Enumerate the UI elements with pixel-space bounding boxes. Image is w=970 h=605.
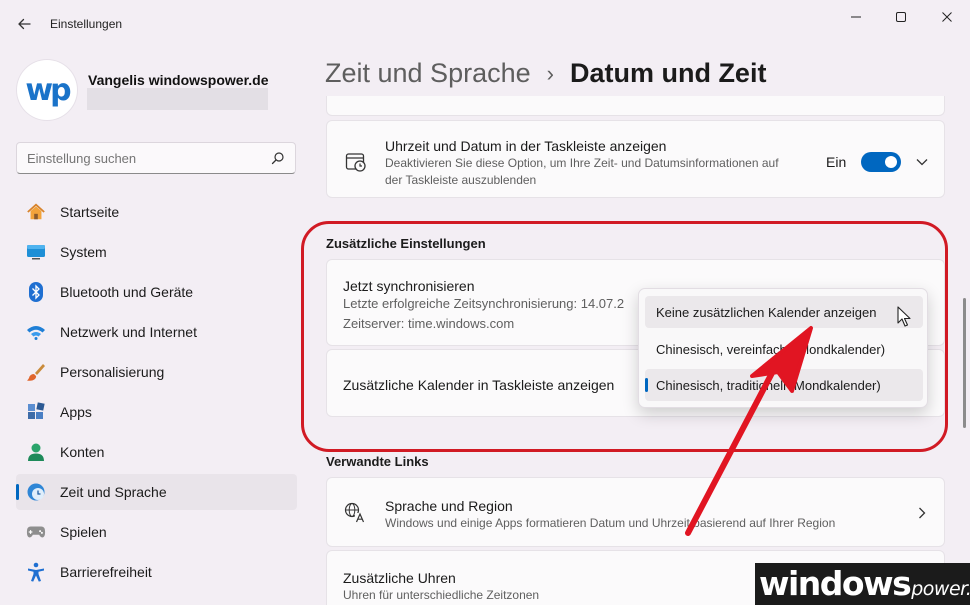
additional-clocks-desc: Uhren für unterschiedliche Zeitzonen xyxy=(343,588,540,602)
previous-setting-card xyxy=(326,96,945,116)
search-icon[interactable] xyxy=(271,151,285,165)
sidebar-item-konten[interactable]: Konten xyxy=(16,434,297,470)
taskbar-datetime-desc-1: Deaktivieren Sie diese Option, um Ihre Z… xyxy=(385,156,779,170)
back-arrow-icon[interactable] xyxy=(14,13,36,35)
sidebar-item-label: Apps xyxy=(60,404,92,420)
home-icon xyxy=(26,202,46,222)
taskbar-datetime-title: Uhrzeit und Datum in der Taskleiste anze… xyxy=(385,138,667,154)
sidebar-item-barrierefreiheit[interactable]: Barrierefreiheit xyxy=(16,554,297,590)
sidebar-item-personalisierung[interactable]: Personalisierung xyxy=(16,354,297,390)
minimize-icon xyxy=(851,16,861,18)
search-box[interactable] xyxy=(16,142,296,174)
sidebar-item-label: Barrierefreiheit xyxy=(60,564,152,580)
toggle-state-label: Ein xyxy=(826,154,847,170)
accessibility-icon xyxy=(26,562,46,582)
window-title: Einstellungen xyxy=(50,17,123,31)
sidebar-item-netzwerk[interactable]: Netzwerk und Internet xyxy=(16,314,297,350)
language-region-desc: Windows und einige Apps formatieren Datu… xyxy=(385,516,836,530)
maximize-button[interactable] xyxy=(881,6,921,28)
breadcrumb: Zeit und Sprache › Datum und Zeit xyxy=(325,58,766,89)
sidebar-item-spielen[interactable]: Spielen xyxy=(16,514,297,550)
section-title-related: Verwandte Links xyxy=(326,454,429,469)
account-icon xyxy=(26,442,46,462)
brush-icon xyxy=(26,362,46,382)
sidebar-item-label: Zeit und Sprache xyxy=(60,484,167,500)
sidebar-item-label: Startseite xyxy=(60,204,120,220)
chevron-right-icon xyxy=(919,507,926,519)
monitor-icon xyxy=(26,242,46,262)
language-icon xyxy=(344,502,365,523)
sidebar-item-startseite[interactable]: Startseite xyxy=(16,194,297,230)
language-region-title: Sprache und Region xyxy=(385,498,513,514)
scrollbar-thumb[interactable] xyxy=(963,298,966,428)
watermark-small: power. xyxy=(911,578,970,600)
clock-globe-icon xyxy=(26,482,46,502)
taskbar-datetime-toggle[interactable] xyxy=(861,152,901,172)
taskbar-datetime-card: Uhrzeit und Datum in der Taskleiste anze… xyxy=(326,120,945,198)
sidebar-item-label: Bluetooth und Geräte xyxy=(60,284,194,300)
wifi-icon xyxy=(26,322,46,342)
page-title: Datum und Zeit xyxy=(569,58,767,88)
gamepad-icon xyxy=(26,522,46,542)
sidebar-item-label: Spielen xyxy=(60,524,107,540)
additional-clocks-title: Zusätzliche Uhren xyxy=(343,570,456,586)
calendar-clock-icon xyxy=(345,153,366,172)
minimize-button[interactable] xyxy=(836,6,876,28)
sidebar-item-apps[interactable]: Apps xyxy=(16,394,297,430)
windowspower-watermark: windows power. xyxy=(755,563,970,605)
search-input[interactable] xyxy=(27,150,271,166)
profile-email-redacted xyxy=(87,88,268,110)
close-icon xyxy=(942,12,952,22)
sidebar-item-label: Personalisierung xyxy=(60,364,165,380)
watermark-main: windows xyxy=(759,564,912,603)
annotation-highlight-box xyxy=(301,221,948,452)
apps-icon xyxy=(26,402,46,422)
chevron-down-icon[interactable] xyxy=(915,155,929,169)
avatar-logo: wp xyxy=(25,72,71,108)
breadcrumb-separator: › xyxy=(546,60,554,86)
language-region-link[interactable]: Sprache und Region Windows und einige Ap… xyxy=(326,477,945,547)
maximize-icon xyxy=(896,12,906,22)
sidebar-item-label: System xyxy=(60,244,107,260)
taskbar-datetime-desc-2: der Taskleiste auszublenden xyxy=(385,173,537,187)
sidebar-nav: Startseite System Bluetooth und Geräte N… xyxy=(16,194,297,594)
sidebar-item-zeit-und-sprache[interactable]: Zeit und Sprache xyxy=(16,474,297,510)
sidebar-item-label: Netzwerk und Internet xyxy=(60,324,197,340)
sidebar-item-label: Konten xyxy=(60,444,105,460)
profile-name: Vangelis windowspower.de xyxy=(88,72,269,88)
sidebar-item-system[interactable]: System xyxy=(16,234,297,270)
breadcrumb-parent[interactable]: Zeit und Sprache xyxy=(325,58,531,89)
bluetooth-icon xyxy=(26,282,46,302)
avatar[interactable]: wp xyxy=(17,60,77,120)
close-button[interactable] xyxy=(927,6,967,28)
sidebar-item-bluetooth[interactable]: Bluetooth und Geräte xyxy=(16,274,297,310)
